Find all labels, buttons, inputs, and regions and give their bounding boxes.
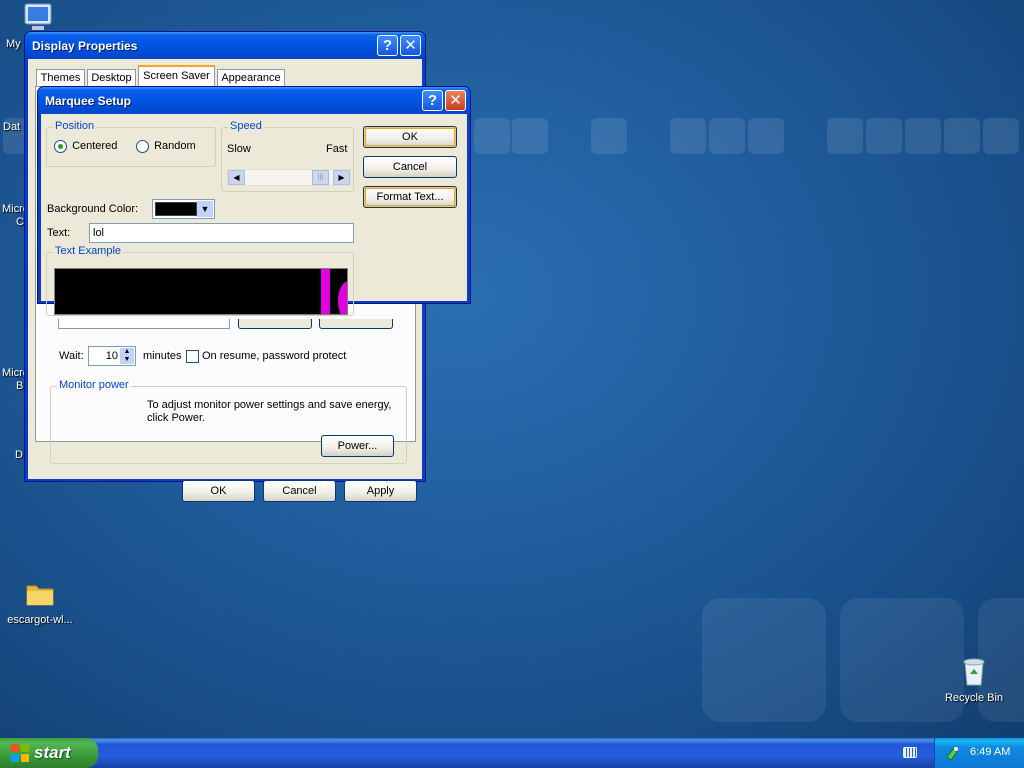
desktop-icon-label[interactable]: C <box>16 216 24 228</box>
chevron-down-icon[interactable]: ▼ <box>197 201 213 217</box>
wallpaper-square <box>748 118 784 154</box>
desktop-icon-label: My <box>6 38 21 50</box>
windows-logo-icon <box>11 744 29 762</box>
wallpaper-square <box>512 118 548 154</box>
spin-down-button[interactable]: ▼ <box>120 356 134 364</box>
wallpaper-square <box>827 118 863 154</box>
position-label: Position <box>53 120 97 132</box>
wallpaper-square <box>983 118 1019 154</box>
desktop-icon-label[interactable]: D <box>15 449 23 461</box>
speed-scrollbar[interactable]: ◀ ||| ▶ <box>227 169 351 186</box>
window-title: Display Properties <box>32 38 138 53</box>
wallpaper-square <box>866 118 902 154</box>
wait-value: 10 <box>105 350 118 362</box>
tab-label: Themes <box>40 72 81 84</box>
background-color-picker[interactable]: ▼ <box>152 199 215 219</box>
tab-label: Screen Saver <box>143 70 210 82</box>
tab-screen-saver[interactable]: Screen Saver <box>138 65 215 87</box>
tab-appearance[interactable]: Appearance <box>217 69 285 87</box>
apply-button[interactable]: Apply <box>344 480 417 502</box>
screensaver-select[interactable] <box>58 319 230 329</box>
tab-label: Desktop <box>91 72 132 84</box>
speed-fast-label: Fast <box>326 143 348 155</box>
desktop-icon-label[interactable]: Dat <box>3 121 20 133</box>
start-label: start <box>34 743 71 762</box>
power-button[interactable]: Power... <box>321 435 394 457</box>
wallpaper-square <box>670 118 706 154</box>
settings-button[interactable] <box>238 319 312 329</box>
scroll-thumb[interactable]: ||| <box>312 170 329 185</box>
speed-label: Speed <box>228 120 264 132</box>
radio-label: Centered <box>72 140 118 153</box>
spin-up-button[interactable]: ▲ <box>120 348 134 356</box>
monitor-power-label: Monitor power <box>57 379 131 391</box>
format-text-button[interactable]: Format Text... <box>363 186 457 208</box>
wallpaper-square <box>709 118 745 154</box>
minutes-label: minutes <box>143 350 182 362</box>
preview-button[interactable] <box>319 319 393 329</box>
tab-label: Appearance <box>221 72 281 84</box>
wallpaper-square <box>702 598 826 722</box>
safely-remove-hardware-icon[interactable] <box>944 745 960 761</box>
close-button[interactable]: ✕ <box>400 35 421 56</box>
cancel-button[interactable]: Cancel <box>263 480 336 502</box>
marquee-setup-dialog: Marquee Setup ? ✕ Position Centered Rand… <box>37 86 471 316</box>
ok-button[interactable]: OK <box>363 126 457 148</box>
system-tray: 6:49 AM <box>934 738 1024 768</box>
scroll-right-button[interactable]: ▶ <box>333 170 350 185</box>
cancel-button[interactable]: Cancel <box>363 156 457 178</box>
marquee-text-input[interactable]: lol <box>89 223 354 243</box>
tab-themes[interactable]: Themes <box>36 69 85 87</box>
desktop-icon-escargot[interactable]: escargot-wl... <box>0 578 80 626</box>
help-button[interactable]: ? <box>377 35 398 56</box>
text-example-group: Text Example <box>46 245 354 316</box>
text-example-preview <box>54 268 348 315</box>
keyboard-icon[interactable] <box>903 747 917 758</box>
text-label: Text: <box>47 227 71 239</box>
taskbar: start 6:49 AM <box>0 738 1024 768</box>
tab-desktop[interactable]: Desktop <box>87 69 136 87</box>
monitor-power-text: To adjust monitor power settings and sav… <box>147 399 392 424</box>
wallpaper-square <box>905 118 941 154</box>
password-protect-label: On resume, password protect <box>202 350 347 362</box>
speed-group: Speed Slow Fast ◀ ||| ▶ <box>221 120 354 192</box>
radio-centered[interactable]: Centered <box>54 140 117 153</box>
help-button[interactable]: ? <box>422 90 443 111</box>
radio-button <box>54 140 67 153</box>
speed-slow-label: Slow <box>227 143 251 155</box>
marquee-setup-body: Position Centered Random Speed Slow Fast… <box>41 114 467 316</box>
clock[interactable]: 6:49 AM <box>970 746 1010 758</box>
wait-spinner[interactable]: 10 ▲ ▼ <box>88 346 136 366</box>
folder-icon <box>26 585 54 606</box>
dialog-title: Marquee Setup <box>45 93 132 108</box>
text-example-label: Text Example <box>53 245 124 257</box>
wallpaper-square <box>591 118 627 154</box>
computer-icon <box>24 3 52 30</box>
desktop-icon-label[interactable]: B <box>16 380 23 392</box>
wallpaper-square <box>474 118 510 154</box>
ok-button[interactable]: OK <box>182 480 255 502</box>
display-properties-titlebar[interactable]: Display Properties ? ✕ <box>25 32 425 59</box>
desktop-icon-label: escargot-wl... <box>7 614 73 626</box>
radio-random[interactable]: Random <box>136 140 196 153</box>
position-group: Position Centered Random <box>46 120 216 167</box>
desktop-icon-label: Recycle Bin <box>944 692 1004 704</box>
marquee-setup-titlebar[interactable]: Marquee Setup ? ✕ <box>38 87 470 114</box>
marquee-text-glyph <box>321 269 330 314</box>
color-swatch <box>155 202 197 216</box>
scroll-left-button[interactable]: ◀ <box>228 170 245 185</box>
marquee-text-glyph <box>338 281 347 314</box>
desktop: My Dat Micro C Micro B D escargot-wl... … <box>0 0 1024 738</box>
start-button[interactable]: start <box>0 738 98 768</box>
radio-label: Random <box>154 140 196 153</box>
wallpaper-square <box>944 118 980 154</box>
wait-label: Wait: <box>59 350 84 362</box>
radio-button <box>136 140 149 153</box>
recycle-bin-icon <box>963 658 985 686</box>
background-color-label: Background Color: <box>47 203 139 215</box>
password-protect-checkbox[interactable] <box>186 350 199 363</box>
desktop-icon-recycle-bin[interactable]: Recycle Bin <box>934 656 1014 704</box>
close-button[interactable]: ✕ <box>445 90 466 111</box>
